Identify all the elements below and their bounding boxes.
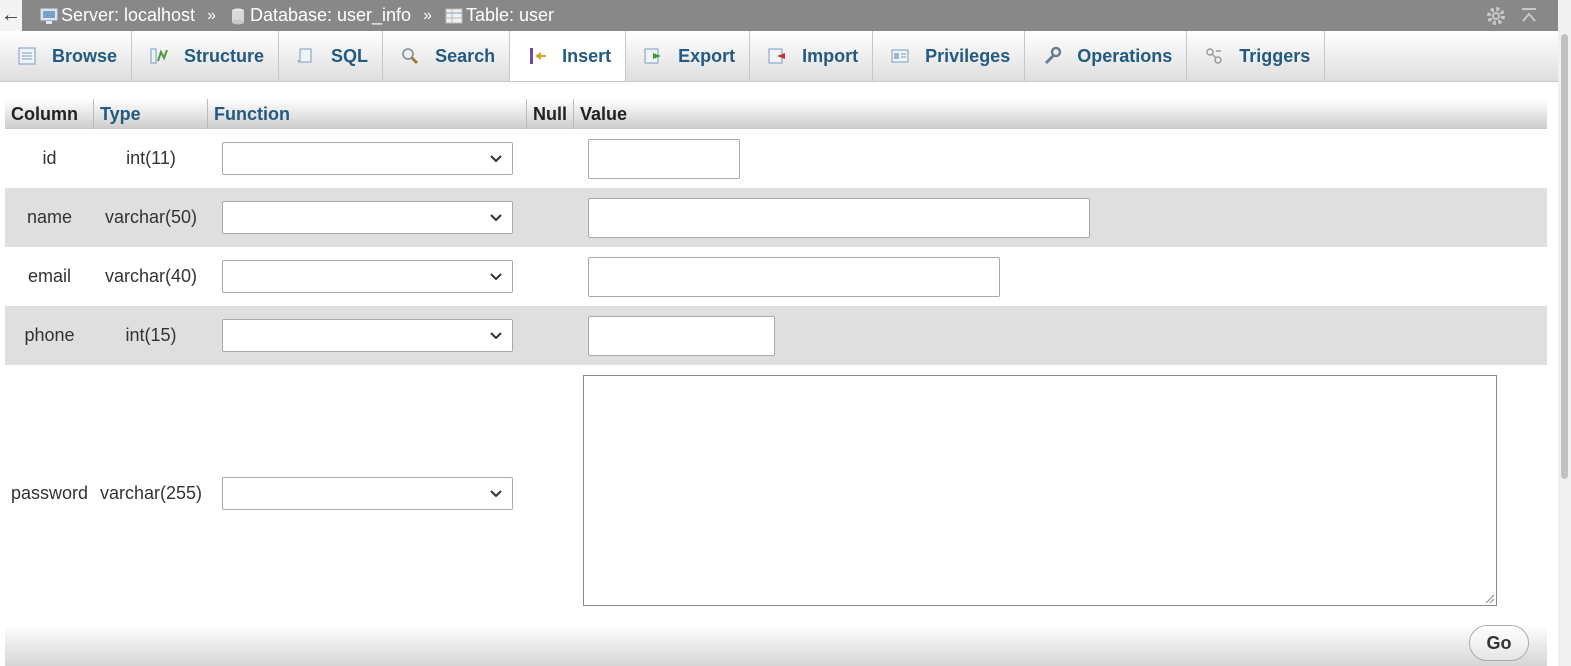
header-type[interactable]: Type <box>94 99 208 129</box>
tab-label: Search <box>435 45 496 66</box>
tab-browse[interactable]: Browse <box>0 31 133 81</box>
value-input[interactable] <box>588 198 1090 238</box>
column-type: varchar(255) <box>99 483 203 503</box>
tab-privileges[interactable]: Privileges <box>873 31 1026 81</box>
breadcrumb-database[interactable]: Database: user_info <box>229 5 411 26</box>
breadcrumb-bar: ← Server: localhost » Database: user_inf… <box>0 0 1571 31</box>
breadcrumb: Server: localhost » Database: user_info … <box>40 0 554 31</box>
back-arrow-icon[interactable]: ← <box>0 0 22 31</box>
breadcrumb-server[interactable]: Server: localhost <box>40 5 195 26</box>
table-row: name varchar(50) <box>5 188 1547 247</box>
resize-grip-icon[interactable] <box>1483 592 1495 604</box>
tab-search[interactable]: Search <box>383 31 511 81</box>
top-right-controls <box>1485 5 1539 32</box>
function-select[interactable] <box>222 477 513 510</box>
tab-export[interactable]: Export <box>626 31 751 81</box>
tab-sql[interactable]: SQL <box>279 31 384 81</box>
column-name: password <box>10 483 89 503</box>
tab-label: Structure <box>184 45 265 66</box>
tab-label: Privileges <box>925 45 1011 66</box>
wrench-icon <box>1041 45 1063 67</box>
breadcrumb-table-label: Table: user <box>465 5 555 25</box>
column-name: phone <box>24 325 75 345</box>
sql-icon <box>295 45 317 67</box>
header-column: Column <box>5 99 94 129</box>
tab-structure[interactable]: Structure <box>132 31 280 81</box>
column-name: id <box>42 148 57 168</box>
chevron-down-icon <box>490 332 502 340</box>
function-select[interactable] <box>222 319 513 352</box>
column-type: int(15) <box>125 325 177 345</box>
tab-insert[interactable]: Insert <box>510 31 627 81</box>
search-icon <box>399 45 421 67</box>
page-scrollbar[interactable] <box>1558 0 1571 666</box>
insert-table-header: Column Type Function Null Value <box>5 99 1547 129</box>
tab-label: Browse <box>52 45 118 66</box>
browse-icon <box>16 45 38 67</box>
column-type: varchar(50) <box>104 207 198 227</box>
function-select[interactable] <box>222 201 513 234</box>
chevron-down-icon <box>490 214 502 222</box>
breadcrumb-server-label: Server: localhost <box>61 5 196 25</box>
import-icon <box>766 45 788 67</box>
column-type: int(11) <box>126 148 176 168</box>
gear-icon[interactable] <box>1485 5 1507 32</box>
breadcrumb-database-label: Database: user_info <box>249 5 412 25</box>
table-row: email varchar(40) <box>5 247 1547 306</box>
header-value: Value <box>580 104 628 124</box>
tab-label: Export <box>678 45 736 66</box>
value-input[interactable] <box>588 139 740 179</box>
tab-bar: Browse Structure SQL Search Insert Expor… <box>0 31 1558 82</box>
function-select[interactable] <box>222 260 513 293</box>
insert-icon <box>526 45 548 67</box>
column-name: name <box>26 207 73 227</box>
tab-label: Triggers <box>1239 45 1311 66</box>
header-null: Null <box>527 99 574 129</box>
table-row: id int(11) <box>5 129 1547 188</box>
header-function[interactable]: Function <box>208 99 527 129</box>
collapse-top-icon[interactable] <box>1519 6 1539 31</box>
value-input[interactable] <box>588 257 1000 297</box>
privileges-icon <box>889 45 911 67</box>
go-button[interactable]: Go <box>1469 625 1529 661</box>
breadcrumb-separator: » <box>207 6 216 24</box>
export-icon <box>642 45 664 67</box>
breadcrumb-table[interactable]: Table: user <box>445 5 554 26</box>
scrollbar-thumb[interactable] <box>1561 34 1568 479</box>
breadcrumb-separator: » <box>423 6 432 24</box>
function-select[interactable] <box>222 142 513 175</box>
triggers-icon <box>1203 45 1225 67</box>
server-icon <box>40 7 58 25</box>
tab-label: Import <box>802 45 859 66</box>
table-row: phone int(15) <box>5 306 1547 365</box>
table-icon <box>445 7 463 25</box>
tab-label: Insert <box>562 45 612 66</box>
tab-import[interactable]: Import <box>750 31 874 81</box>
tab-label: Operations <box>1077 45 1173 66</box>
form-footer: Go <box>5 625 1547 666</box>
chevron-down-icon <box>490 273 502 281</box>
database-icon <box>229 7 247 25</box>
tab-operations[interactable]: Operations <box>1025 31 1188 81</box>
structure-icon <box>148 45 170 67</box>
column-type: varchar(40) <box>104 266 198 286</box>
tab-triggers[interactable]: Triggers <box>1187 31 1326 81</box>
value-input[interactable] <box>588 316 775 356</box>
chevron-down-icon <box>490 155 502 163</box>
value-textarea[interactable] <box>583 375 1497 606</box>
chevron-down-icon <box>490 490 502 498</box>
column-name: email <box>27 266 71 286</box>
tab-label: SQL <box>331 45 369 66</box>
